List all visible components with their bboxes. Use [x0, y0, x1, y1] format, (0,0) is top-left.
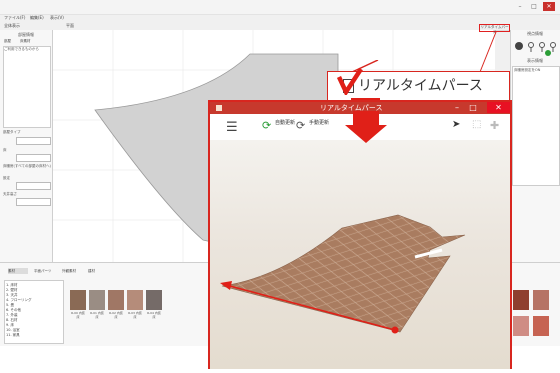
maximize-button[interactable]: □ — [528, 2, 540, 11]
perspective-render — [210, 140, 510, 369]
left-panel-title: 部屋情報 — [18, 32, 34, 37]
right-info-text: 床暖房設定をON — [514, 68, 541, 72]
auto-update-label[interactable]: 自動更新 — [275, 120, 295, 127]
bottom-tab-plan-parts[interactable]: 平面パーツ — [34, 268, 51, 274]
view-point-icon-3 — [550, 42, 556, 48]
texture-swatch[interactable] — [70, 290, 86, 310]
callout-leader-line — [479, 31, 497, 73]
view-point-icon-2 — [539, 42, 545, 48]
texture-swatch-right[interactable] — [513, 290, 529, 310]
move-icon[interactable]: ✚ — [490, 119, 499, 132]
room-type-select[interactable] — [16, 137, 51, 145]
texture-swatch-right[interactable] — [533, 316, 549, 336]
rt-maximize-button[interactable]: □ — [467, 102, 479, 113]
refresh-icon[interactable]: ⟳ — [262, 120, 271, 132]
texture-label: R-00 内装床 — [71, 311, 85, 319]
bottom-tab-material[interactable]: 素材 — [8, 268, 28, 274]
ceiling-height-select[interactable] — [16, 198, 51, 206]
camera-icon — [515, 42, 523, 50]
right-info-box — [512, 66, 560, 186]
select-icon[interactable]: ⬚ — [472, 119, 481, 130]
right-section-title: 表示情報 — [527, 58, 543, 63]
app-titlebar — [0, 0, 560, 15]
realtime-perspective-label: リアルタイムパース — [358, 78, 483, 94]
view-icons-row — [513, 38, 558, 52]
left-tab-room[interactable]: 部屋 — [4, 39, 11, 44]
left-tab-floor[interactable]: 床素材 — [20, 39, 31, 44]
texture-label: R-01 内装床 — [90, 311, 104, 319]
left-list[interactable] — [3, 46, 51, 128]
menu-file[interactable]: ファイル(F) — [4, 15, 25, 21]
minimize-button[interactable]: – — [514, 2, 526, 11]
texture-swatch[interactable] — [146, 290, 162, 310]
menu-view[interactable]: 表示(V) — [50, 15, 64, 21]
down-arrow-icon — [345, 111, 387, 143]
label-setting: 設定 — [3, 176, 10, 180]
manual-refresh-icon[interactable]: ⟳ — [296, 120, 305, 132]
label-floor-heating: 床暖房(すべての部屋の床材へ) — [3, 164, 51, 168]
texture-swatch[interactable] — [89, 290, 105, 310]
label-floor: 床 — [3, 148, 7, 152]
close-button[interactable]: ✕ — [543, 2, 555, 11]
rt-minimize-button[interactable]: – — [451, 102, 463, 113]
view-point-icon-1 — [528, 42, 534, 48]
rt-close-button[interactable]: ✕ — [487, 102, 510, 113]
texture-swatch-right[interactable] — [533, 290, 549, 310]
bottom-tab-exterior[interactable]: 外観素材 — [62, 268, 76, 274]
app-icon — [216, 105, 222, 111]
menubar — [0, 14, 560, 22]
texture-swatch-right[interactable] — [513, 316, 529, 336]
cursor-icon[interactable]: ➤ — [452, 119, 460, 130]
manual-update-label[interactable]: 手動更新 — [309, 120, 329, 127]
status-dot — [545, 50, 551, 56]
texture-swatch[interactable] — [108, 290, 124, 310]
menu-edit[interactable]: 編集(E) — [30, 15, 44, 21]
menu-icon[interactable]: ☰ — [226, 121, 238, 134]
left-list-item[interactable]: ご利用できるものから — [4, 47, 39, 52]
bottom-tab-building[interactable]: 建材 — [88, 268, 95, 274]
toolbar-plan-view[interactable]: 平面 — [66, 23, 74, 29]
label-room-type: 部屋タイプ — [3, 130, 21, 134]
rt-3d-viewport[interactable] — [210, 140, 510, 369]
label-ceiling-height: 天井高さ — [3, 192, 17, 196]
texture-swatch[interactable] — [127, 290, 143, 310]
floor-select[interactable] — [16, 154, 51, 162]
texture-label: R-04 内装床 — [147, 311, 161, 319]
right-panel-title: 視点情報 — [527, 31, 543, 36]
setting-select[interactable] — [16, 182, 51, 190]
texture-label: R-03 内装床 — [128, 311, 142, 319]
toolbar-fit-view[interactable]: 全体表示 — [4, 23, 20, 29]
texture-label: R-02 内装床 — [109, 311, 123, 319]
tree-item[interactable]: 11. 家具 — [6, 333, 20, 338]
